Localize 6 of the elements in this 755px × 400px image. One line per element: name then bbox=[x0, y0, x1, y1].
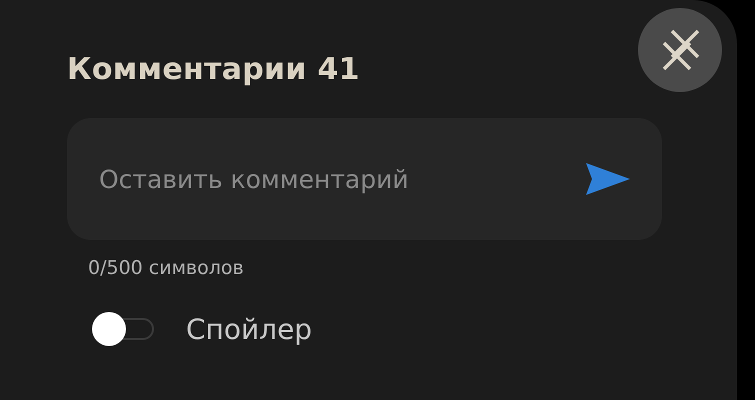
panel-title: Комментарии 41 bbox=[67, 52, 361, 87]
spoiler-toggle[interactable] bbox=[92, 312, 154, 346]
comment-field[interactable]: Оставить комментарий bbox=[97, 164, 586, 194]
toggle-label: Спойлер bbox=[186, 312, 312, 346]
send-icon[interactable] bbox=[586, 163, 630, 195]
character-counter: 0/500 символов bbox=[88, 257, 245, 279]
